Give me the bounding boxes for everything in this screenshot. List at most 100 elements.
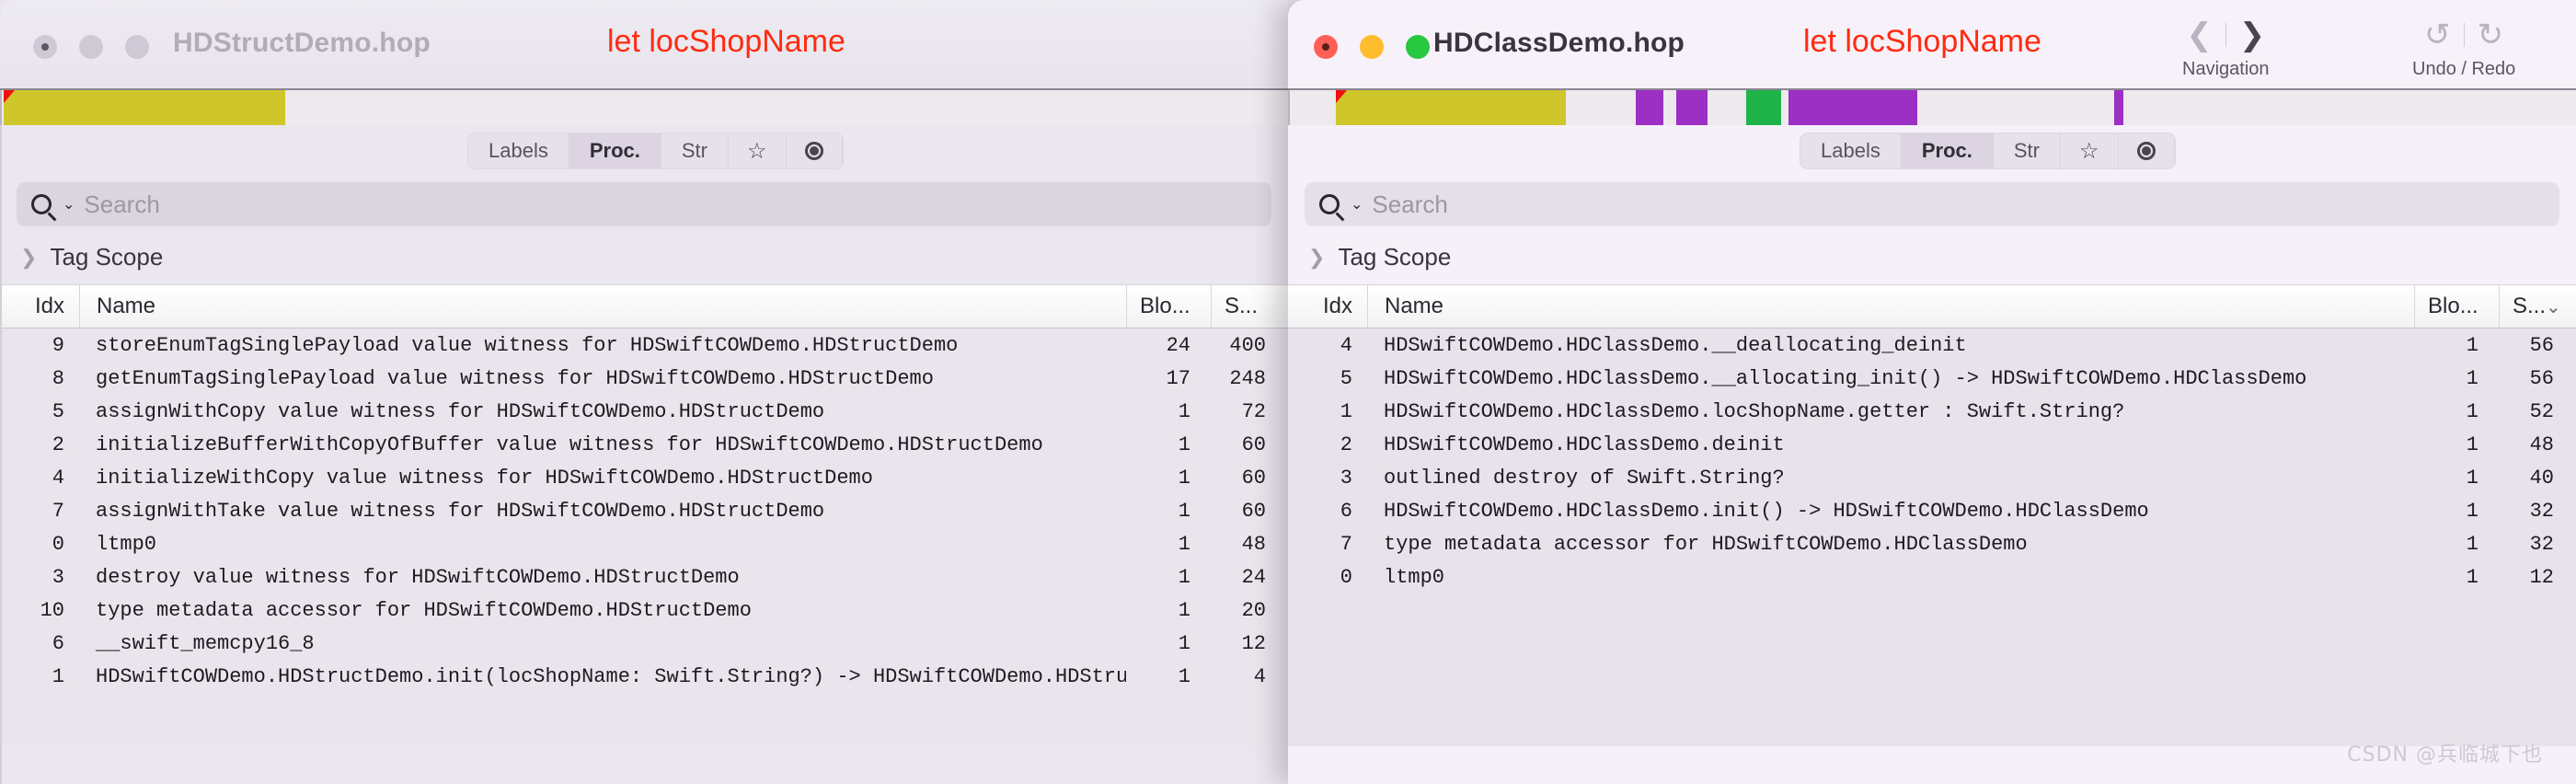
row-blo: 1 <box>2466 565 2478 589</box>
table-row[interactable]: 4 HDSwiftCOWDemo.HDClassDemo.__deallocat… <box>1288 329 2576 362</box>
right-search-input[interactable]: ⌄ Search <box>1305 182 2559 226</box>
right-table-header: Idx Name Blo... S... ⌄ <box>1288 284 2576 329</box>
watermark: CSDN @兵临城下也 <box>2347 744 2543 767</box>
right-strip-segment-purple-1[interactable] <box>1636 90 1663 125</box>
table-row[interactable]: 7 assignWithTake value witness for HDSwi… <box>0 494 1288 527</box>
row-s: 24 <box>1241 565 1266 589</box>
row-blo: 1 <box>1178 432 1190 456</box>
table-row[interactable]: 7 type metadata accessor for HDSwiftCOWD… <box>1288 527 2576 560</box>
table-row[interactable]: 6 HDSwiftCOWDemo.HDClassDemo.init() -> H… <box>1288 494 2576 527</box>
maximize-button[interactable] <box>1406 35 1430 59</box>
chevron-right-icon[interactable]: ❯ <box>20 246 37 270</box>
right-table: Idx Name Blo... S... ⌄ 4 HDSwiftCOWDemo.… <box>1288 284 2576 746</box>
minimize-button[interactable] <box>1360 35 1384 59</box>
table-row[interactable]: 3 destroy value witness for HDSwiftCOWDe… <box>0 560 1288 594</box>
row-blo: 1 <box>1178 466 1190 490</box>
left-col-s[interactable]: S... <box>1211 285 1288 328</box>
left-seg-proc[interactable]: Proc. <box>569 133 661 168</box>
row-idx: 7 <box>52 499 64 523</box>
row-idx: 4 <box>52 466 64 490</box>
left-col-idx[interactable]: Idx <box>0 285 79 328</box>
redo-arrow-icon[interactable]: ↻ <box>2478 19 2504 51</box>
row-blo: 24 <box>1166 333 1190 357</box>
window-hdclassdemo[interactable]: HDClassDemo.hop let locShopName ❮ ❯ Navi… <box>1288 0 2576 784</box>
row-name: getEnumTagSinglePayload value witness fo… <box>96 366 934 390</box>
maximize-button[interactable] <box>125 35 149 59</box>
left-col-blo[interactable]: Blo... <box>1126 285 1211 328</box>
right-timeline-strip[interactable] <box>1288 88 2576 125</box>
table-row[interactable]: 3 outlined destroy of Swift.String? 1 40 <box>1288 461 2576 494</box>
left-strip-gutter <box>0 90 2 125</box>
row-s: 20 <box>1241 598 1266 622</box>
table-row[interactable]: 2 HDSwiftCOWDemo.HDClassDemo.deinit 1 48 <box>1288 428 2576 461</box>
search-chevron-down-icon[interactable]: ⌄ <box>63 195 75 213</box>
right-col-blo[interactable]: Blo... <box>2414 285 2499 328</box>
left-strip-segment-yellow[interactable] <box>4 90 285 125</box>
left-seg-str[interactable]: Str <box>661 133 729 168</box>
sort-caret-icon[interactable]: ⌄ <box>2546 295 2561 318</box>
table-row[interactable]: 0 ltmp0 1 12 <box>1288 560 2576 594</box>
right-seg-str[interactable]: Str <box>1994 133 2061 168</box>
left-col-name[interactable]: Name <box>79 285 1126 328</box>
row-blo: 1 <box>1178 499 1190 523</box>
left-titlebar[interactable]: HDStructDemo.hop let locShopName <box>0 0 1288 88</box>
search-chevron-down-icon[interactable]: ⌄ <box>1351 195 1363 213</box>
row-s: 60 <box>1241 499 1266 523</box>
row-idx: 1 <box>1340 399 1352 423</box>
star-icon[interactable]: ☆ <box>729 133 787 168</box>
row-blo: 1 <box>1178 532 1190 556</box>
right-strip-segment-purple-3[interactable] <box>1788 90 1917 125</box>
undo-redo-label: Undo / Redo <box>2412 59 2516 79</box>
row-s: 12 <box>1241 631 1266 655</box>
right-col-s[interactable]: S... ⌄ <box>2499 285 2576 328</box>
table-row[interactable]: 1 HDSwiftCOWDemo.HDStructDemo.init(locSh… <box>0 660 1288 693</box>
chevron-left-icon[interactable]: ❮ <box>2186 19 2213 51</box>
right-titlebar[interactable]: HDClassDemo.hop let locShopName ❮ ❯ Navi… <box>1288 0 2576 88</box>
table-row[interactable]: 6 __swift_memcpy16_8 1 12 <box>0 627 1288 660</box>
right-tag-scope[interactable]: ❯ Tag Scope <box>1288 226 2576 284</box>
table-row[interactable]: 9 storeEnumTagSinglePayload value witnes… <box>0 329 1288 362</box>
right-traffic-lights[interactable] <box>1314 35 1430 59</box>
right-strip-segment-purple-4[interactable] <box>2114 90 2123 125</box>
left-timeline-strip[interactable] <box>0 88 1288 125</box>
undo-arrow-icon[interactable]: ↺ <box>2424 19 2451 51</box>
row-idx: 5 <box>52 399 64 423</box>
window-hdstructdemo[interactable]: HDStructDemo.hop let locShopName Labels … <box>0 0 1288 784</box>
close-button[interactable] <box>1314 35 1338 59</box>
table-row[interactable]: 5 HDSwiftCOWDemo.HDClassDemo.__allocatin… <box>1288 362 2576 395</box>
star-icon[interactable]: ☆ <box>2061 133 2119 168</box>
right-col-idx[interactable]: Idx <box>1288 285 1367 328</box>
table-row[interactable]: 2 initializeBufferWithCopyOfBuffer value… <box>0 428 1288 461</box>
left-tag-scope[interactable]: ❯ Tag Scope <box>0 226 1288 284</box>
left-seg-labels[interactable]: Labels <box>468 133 569 168</box>
left-segmented-control[interactable]: Labels Proc. Str ☆ <box>467 133 844 169</box>
row-blo: 1 <box>1178 664 1190 688</box>
left-search-input[interactable]: ⌄ Search <box>17 182 1271 226</box>
table-row[interactable]: 10 type metadata accessor for HDSwiftCOW… <box>0 594 1288 627</box>
row-blo: 1 <box>2466 399 2478 423</box>
right-strip-segment-yellow[interactable] <box>1336 90 1566 125</box>
row-name: type metadata accessor for HDSwiftCOWDem… <box>1384 532 2028 556</box>
right-strip-segment-purple-2[interactable] <box>1676 90 1708 125</box>
right-segmented-control[interactable]: Labels Proc. Str ☆ <box>1800 133 2176 169</box>
minimize-button[interactable] <box>79 35 103 59</box>
row-idx: 3 <box>1340 466 1352 490</box>
chevron-right-icon[interactable]: ❯ <box>1308 246 1325 270</box>
right-col-name[interactable]: Name <box>1367 285 2414 328</box>
table-row[interactable]: 8 getEnumTagSinglePayload value witness … <box>0 362 1288 395</box>
right-strip-segment-green[interactable] <box>1746 90 1781 125</box>
table-row[interactable]: 4 initializeWithCopy value witness for H… <box>0 461 1288 494</box>
right-seg-labels[interactable]: Labels <box>1800 133 1902 168</box>
table-row[interactable]: 5 assignWithCopy value witness for HDSwi… <box>0 395 1288 428</box>
row-s: 52 <box>2529 399 2554 423</box>
right-seg-proc[interactable]: Proc. <box>1901 133 1994 168</box>
record-icon[interactable] <box>2119 133 2175 168</box>
record-icon[interactable] <box>787 133 843 168</box>
chevron-right-icon[interactable]: ❯ <box>2239 19 2266 51</box>
row-s: 32 <box>2529 532 2554 556</box>
close-button[interactable] <box>33 35 57 59</box>
row-s: 32 <box>2529 499 2554 523</box>
table-row[interactable]: 1 HDSwiftCOWDemo.HDClassDemo.locShopName… <box>1288 395 2576 428</box>
left-traffic-lights[interactable] <box>33 35 149 59</box>
table-row[interactable]: 0 ltmp0 1 48 <box>0 527 1288 560</box>
